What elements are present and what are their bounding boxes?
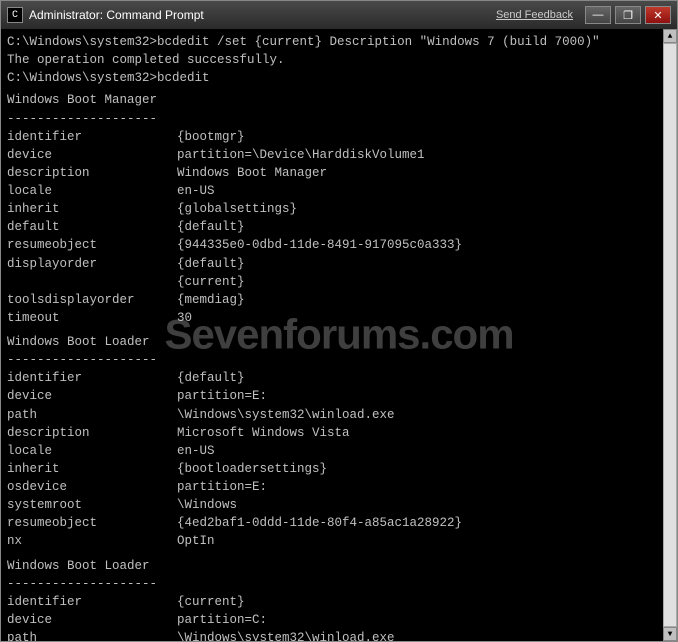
section-header-1: Windows Boot Manager (7, 91, 657, 109)
row-path-3: path\Windows\system32\winload.exe (7, 629, 657, 641)
content-area: C:\Windows\system32>bcdedit /set {curren… (1, 29, 677, 641)
row-systemroot-2: systemroot\Windows (7, 496, 657, 514)
row-identifier-1: identifier{bootmgr} (7, 128, 657, 146)
row-osdevice-2: osdevicepartition=E: (7, 478, 657, 496)
scroll-down-arrow[interactable]: ▼ (663, 627, 677, 641)
row-toolsdisplayorder: toolsdisplayorder{memdiag} (7, 291, 657, 309)
row-locale-1: localeen-US (7, 182, 657, 200)
bcdedit-command: C:\Windows\system32>bcdedit (7, 69, 657, 87)
row-nx-2: nxOptIn (7, 532, 657, 550)
title-bar-left: C Administrator: Command Prompt (7, 7, 204, 23)
row-description-1: descriptionWindows Boot Manager (7, 164, 657, 182)
row-displayorder-1: displayorder{default} (7, 255, 657, 273)
restore-button[interactable]: ❐ (615, 6, 641, 24)
row-identifier-2: identifier{default} (7, 369, 657, 387)
row-timeout: timeout30 (7, 309, 657, 327)
terminal[interactable]: C:\Windows\system32>bcdedit /set {curren… (1, 29, 663, 641)
row-description-2: descriptionMicrosoft Windows Vista (7, 424, 657, 442)
command-line: C:\Windows\system32>bcdedit /set {curren… (7, 33, 657, 51)
section-divider-1: -------------------- (7, 110, 657, 128)
window-title: Administrator: Command Prompt (29, 8, 204, 22)
row-identifier-3: identifier{current} (7, 593, 657, 611)
row-resumeobject-2: resumeobject{4ed2baf1-0ddd-11de-80f4-a85… (7, 514, 657, 532)
row-device-1: devicepartition=\Device\HarddiskVolume1 (7, 146, 657, 164)
title-bar-right: Send Feedback — ❐ ✕ (496, 6, 671, 24)
row-inherit-2: inherit{bootloadersettings} (7, 460, 657, 478)
operation-result: The operation completed successfully. (7, 51, 657, 69)
section-header-2: Windows Boot Loader (7, 333, 657, 351)
send-feedback-link[interactable]: Send Feedback (496, 9, 573, 21)
terminal-content: Windows Boot Manager -------------------… (7, 91, 657, 641)
row-inherit-1: inherit{globalsettings} (7, 200, 657, 218)
scroll-track[interactable] (663, 43, 677, 627)
row-default-1: default{default} (7, 218, 657, 236)
scrollbar[interactable]: ▲ ▼ (663, 29, 677, 641)
row-path-2: path\Windows\system32\winload.exe (7, 406, 657, 424)
content-wrapper: C:\Windows\system32>bcdedit /set {curren… (1, 29, 677, 641)
section-divider-2: -------------------- (7, 351, 657, 369)
close-button[interactable]: ✕ (645, 6, 671, 24)
scroll-up-arrow[interactable]: ▲ (663, 29, 677, 43)
section-header-3: Windows Boot Loader (7, 557, 657, 575)
row-resumeobject-1: resumeobject{944335e0-0dbd-11de-8491-917… (7, 236, 657, 254)
row-device-3: devicepartition=C: (7, 611, 657, 629)
row-locale-2: localeen-US (7, 442, 657, 460)
section-divider-3: -------------------- (7, 575, 657, 593)
window: C Administrator: Command Prompt Send Fee… (0, 0, 678, 642)
title-bar: C Administrator: Command Prompt Send Fee… (1, 1, 677, 29)
minimize-button[interactable]: — (585, 6, 611, 24)
row-device-2: devicepartition=E: (7, 387, 657, 405)
app-icon: C (7, 7, 23, 23)
row-displayorder-2: {current} (7, 273, 657, 291)
